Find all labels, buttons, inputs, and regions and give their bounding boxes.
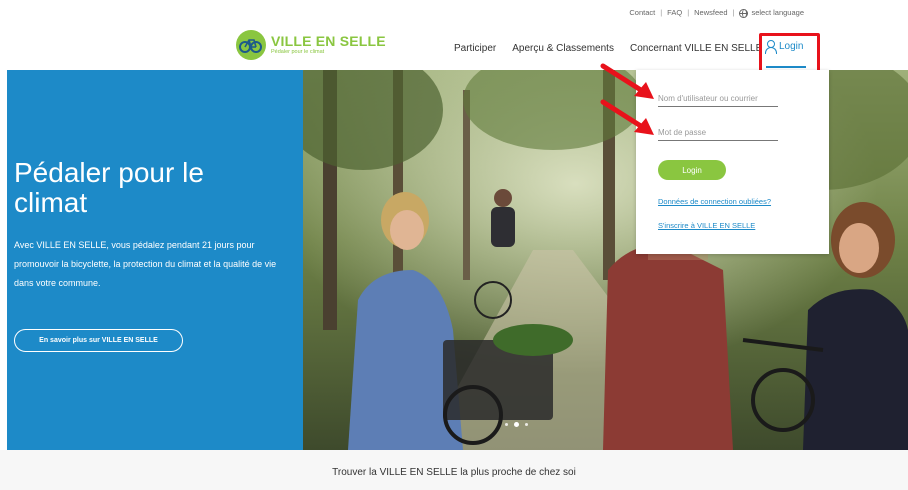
nav-item-about[interactable]: Concernant VILLE EN SELLE <box>630 43 762 54</box>
globe-icon <box>739 8 749 18</box>
bicycle-icon <box>236 30 266 60</box>
separator: | <box>660 8 663 18</box>
carousel-dot[interactable] <box>525 423 528 426</box>
carousel-dot[interactable] <box>505 423 508 426</box>
separator: | <box>687 8 690 18</box>
password-field[interactable]: Mot de passe <box>658 127 778 141</box>
finder-text[interactable]: Trouver la VILLE EN SELLE la plus proche… <box>0 467 908 478</box>
carousel-dot-active[interactable] <box>514 422 519 427</box>
login-submit-button[interactable]: Login <box>658 160 726 180</box>
utility-bar: Contact | FAQ | Newsfeed | select langua… <box>629 8 804 18</box>
forgot-credentials-link[interactable]: Données de connection oubliées? <box>658 197 771 206</box>
site-logo[interactable]: VILLE EN SELLE Pédaler pour le climat <box>236 30 386 60</box>
faq-link[interactable]: FAQ <box>667 8 682 17</box>
login-dropdown: Nom d'utilisateur ou courrier Mot de pas… <box>636 70 829 254</box>
main-nav: Participer Aperçu & Classements Concerna… <box>454 43 762 54</box>
newsfeed-link[interactable]: Newsfeed <box>694 8 727 17</box>
hero-description: Avec VILLE EN SELLE, vous pédalez pendan… <box>14 240 277 288</box>
hero-panel: Pédaler pour le climat Avec VILLE EN SEL… <box>7 70 303 450</box>
language-label: select language <box>751 8 804 17</box>
annotation-arrow-icon <box>600 63 654 99</box>
username-field[interactable]: Nom d'utilisateur ou courrier <box>658 93 778 107</box>
signup-link[interactable]: S'inscrire à VILLE EN SELLE <box>658 221 755 230</box>
annotation-arrow-icon <box>600 99 654 135</box>
nav-item-rankings[interactable]: Aperçu & Classements <box>512 43 614 54</box>
carousel-dots <box>505 422 528 427</box>
logo-tagline: Pédaler pour le climat <box>271 49 325 55</box>
nav-item-participer[interactable]: Participer <box>454 43 496 54</box>
logo-name: VILLE EN SELLE <box>271 33 386 49</box>
logo-text: VILLE EN SELLE Pédaler pour le climat <box>271 34 386 56</box>
language-selector[interactable]: select language <box>739 8 804 18</box>
contact-link[interactable]: Contact <box>629 8 655 17</box>
hero-title: Pédaler pour le climat <box>14 157 204 218</box>
learn-more-button[interactable]: En savoir plus sur VILLE EN SELLE <box>14 329 183 352</box>
separator: | <box>732 8 735 18</box>
